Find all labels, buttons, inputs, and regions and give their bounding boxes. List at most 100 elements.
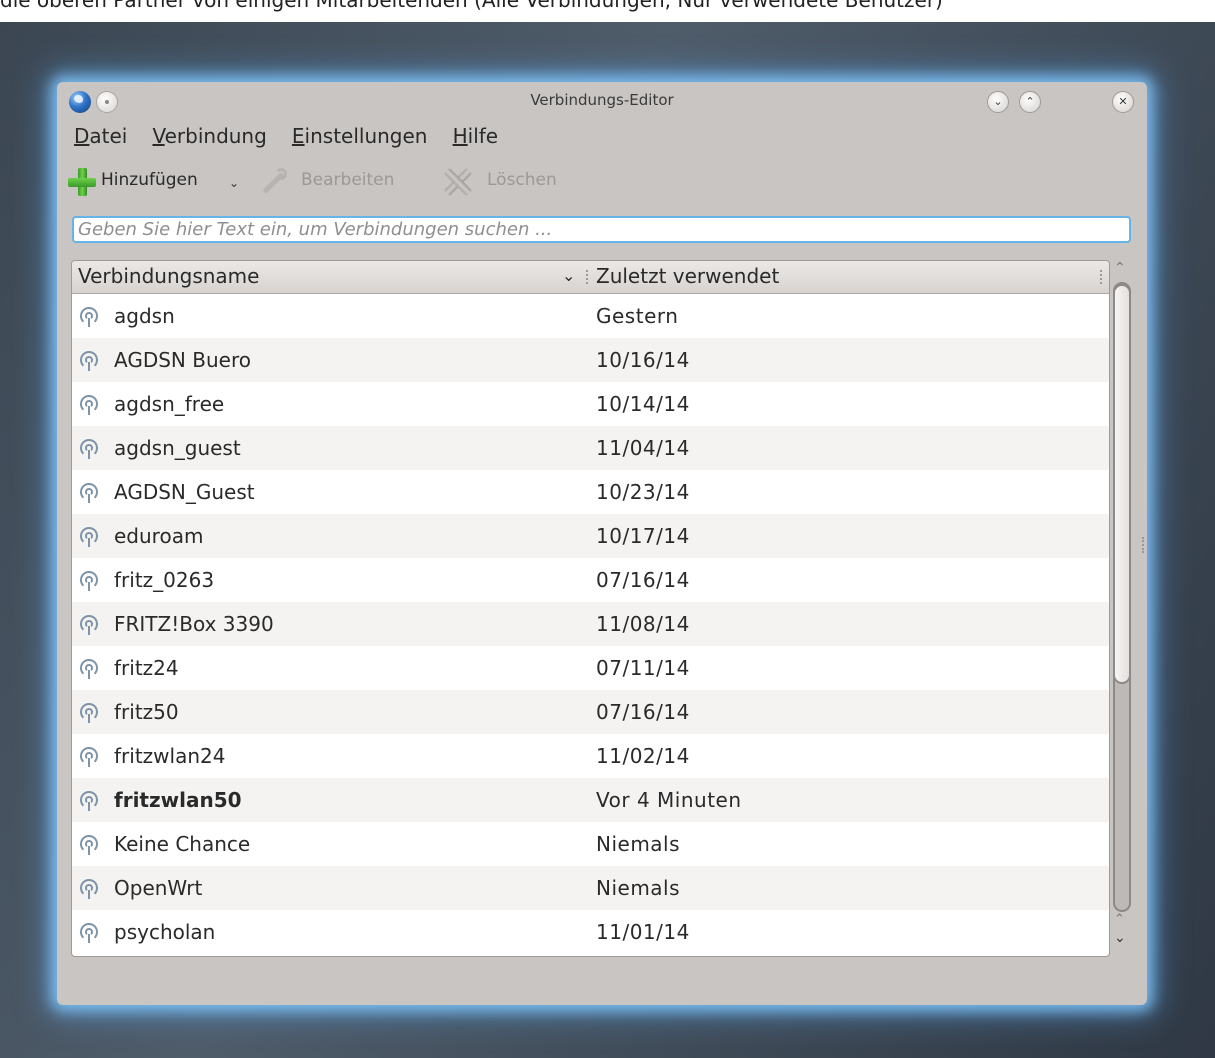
scrollbar[interactable]: ⌃ ⌃ ⌄ <box>1109 260 1135 955</box>
connection-list: Verbindungsname ⌄ Zuletzt verwendet agds… <box>71 260 1110 957</box>
search-input[interactable] <box>72 216 1131 243</box>
caption-strip: die oberen Partner von einigen Mitarbeit… <box>0 0 1215 22</box>
last-used: Niemals <box>596 876 681 900</box>
resize-grip[interactable] <box>1142 537 1146 553</box>
close-button[interactable]: ✕ <box>1112 91 1134 113</box>
last-used: Vor 4 Minuten <box>596 788 742 812</box>
last-used: 11/02/14 <box>596 744 690 768</box>
last-used: 07/16/14 <box>596 568 690 592</box>
wireless-icon-stem <box>88 802 90 811</box>
connection-name: Keine Chance <box>114 832 251 856</box>
last-used: 11/08/14 <box>596 612 690 636</box>
wireless-icon <box>79 570 101 592</box>
wireless-icon-stem <box>88 582 90 591</box>
delete-button[interactable]: Löschen <box>435 166 575 196</box>
menubar: Datei Verbindung Einstellungen Hilfe <box>74 124 518 150</box>
wireless-icon-stem <box>88 890 90 899</box>
wireless-icon <box>79 790 101 812</box>
table-row[interactable]: fritz24 07/11/14 <box>72 646 1109 690</box>
wireless-icon <box>79 834 101 856</box>
plus-icon <box>67 167 97 197</box>
wireless-icon-stem <box>88 846 90 855</box>
wireless-icon <box>79 878 101 900</box>
connection-name: fritz24 <box>114 656 179 680</box>
connection-name: eduroam <box>114 524 204 548</box>
last-used: 07/16/14 <box>596 700 690 724</box>
connection-name: psycholan <box>114 920 216 944</box>
connection-name: fritz50 <box>114 700 179 724</box>
wireless-icon <box>79 614 101 636</box>
minimize-button[interactable]: ⌄ <box>987 91 1009 113</box>
wireless-icon <box>79 702 101 724</box>
connection-name: fritzwlan24 <box>114 744 226 768</box>
sort-descending-icon[interactable]: ⌄ <box>562 266 575 285</box>
delete-label: Löschen <box>487 170 557 190</box>
wireless-icon-stem <box>88 450 90 459</box>
connection-name: AGDSN_Guest <box>114 480 255 504</box>
wireless-icon <box>79 526 101 548</box>
menu-hilfe[interactable]: Hilfe <box>453 124 499 148</box>
table-row[interactable]: Keine Chance Niemals <box>72 822 1109 866</box>
edit-button[interactable]: Bearbeiten <box>255 166 420 196</box>
wireless-icon <box>79 922 101 944</box>
wireless-icon <box>79 482 101 504</box>
wireless-icon <box>79 350 101 372</box>
scroll-step-up-icon[interactable]: ⌃ <box>1114 912 1125 927</box>
last-used: Gestern <box>596 304 679 328</box>
column-header-name[interactable]: Verbindungsname <box>78 264 259 288</box>
wireless-icon-stem <box>88 318 90 327</box>
last-used: 10/14/14 <box>596 392 690 416</box>
table-row[interactable]: fritz_0263 07/16/14 <box>72 558 1109 602</box>
connection-name: OpenWrt <box>114 876 203 900</box>
menu-verbindung[interactable]: Verbindung <box>152 124 266 148</box>
table-row[interactable]: AGDSN Buero 10/16/14 <box>72 338 1109 382</box>
wireless-icon <box>79 658 101 680</box>
connection-editor-window: Verbindungs-Editor ⌄ ⌃ ✕ Datei Verbindun… <box>57 82 1147 1005</box>
x-icon <box>441 166 473 198</box>
wireless-icon-stem <box>88 494 90 503</box>
wireless-icon <box>79 394 101 416</box>
wireless-icon <box>79 306 101 328</box>
column-resize-handle[interactable] <box>586 270 590 284</box>
wireless-icon-stem <box>88 934 90 943</box>
wireless-icon-stem <box>88 538 90 547</box>
caption-text: die oberen Partner von einigen Mitarbeit… <box>0 0 943 12</box>
scroll-thumb[interactable] <box>1113 284 1131 684</box>
chevron-up-icon[interactable]: ⌃ <box>1114 260 1126 276</box>
table-row[interactable]: agdsn_guest 11/04/14 <box>72 426 1109 470</box>
table-row[interactable]: agdsn_free 10/14/14 <box>72 382 1109 426</box>
table-row[interactable]: OpenWrt Niemals <box>72 866 1109 910</box>
titlebar: Verbindungs-Editor ⌄ ⌃ ✕ <box>57 82 1147 118</box>
connection-name: agdsn_free <box>114 392 225 416</box>
connection-name: agdsn <box>114 304 175 328</box>
table-row[interactable]: fritz50 07/16/14 <box>72 690 1109 734</box>
menu-einstellungen[interactable]: Einstellungen <box>292 124 428 148</box>
table-row[interactable]: AGDSN_Guest 10/23/14 <box>72 470 1109 514</box>
table-row[interactable]: fritzwlan24 11/02/14 <box>72 734 1109 778</box>
wireless-icon <box>79 746 101 768</box>
wireless-icon <box>79 438 101 460</box>
last-used: 10/23/14 <box>596 480 690 504</box>
chevron-down-icon[interactable]: ⌄ <box>1114 930 1126 946</box>
chevron-down-icon[interactable]: ⌄ <box>229 176 239 190</box>
wireless-icon-stem <box>88 362 90 371</box>
list-header: Verbindungsname ⌄ Zuletzt verwendet <box>72 261 1109 294</box>
add-button[interactable]: Hinzufügen ⌄ <box>65 166 245 196</box>
column-header-last-used[interactable]: Zuletzt verwendet <box>596 264 779 288</box>
last-used: 10/17/14 <box>596 524 690 548</box>
menu-datei[interactable]: Datei <box>74 124 127 148</box>
maximize-button[interactable]: ⌃ <box>1019 91 1041 113</box>
last-used: Niemals <box>596 832 681 856</box>
last-used: 10/16/14 <box>596 348 690 372</box>
table-row[interactable]: eduroam 10/17/14 <box>72 514 1109 558</box>
table-row[interactable]: fritzwlan50 Vor 4 Minuten <box>72 778 1109 822</box>
table-row[interactable]: psycholan 11/01/14 <box>72 910 1109 954</box>
column-resize-handle-end[interactable] <box>1100 270 1104 284</box>
connection-name: AGDSN Buero <box>114 348 251 372</box>
table-row[interactable]: agdsn Gestern <box>72 294 1109 338</box>
table-row[interactable]: FRITZ!Box 3390 11/08/14 <box>72 602 1109 646</box>
connection-name: agdsn_guest <box>114 436 241 460</box>
add-label: Hinzufügen <box>101 170 198 190</box>
wireless-icon-stem <box>88 714 90 723</box>
connection-name: fritzwlan50 <box>114 788 242 812</box>
